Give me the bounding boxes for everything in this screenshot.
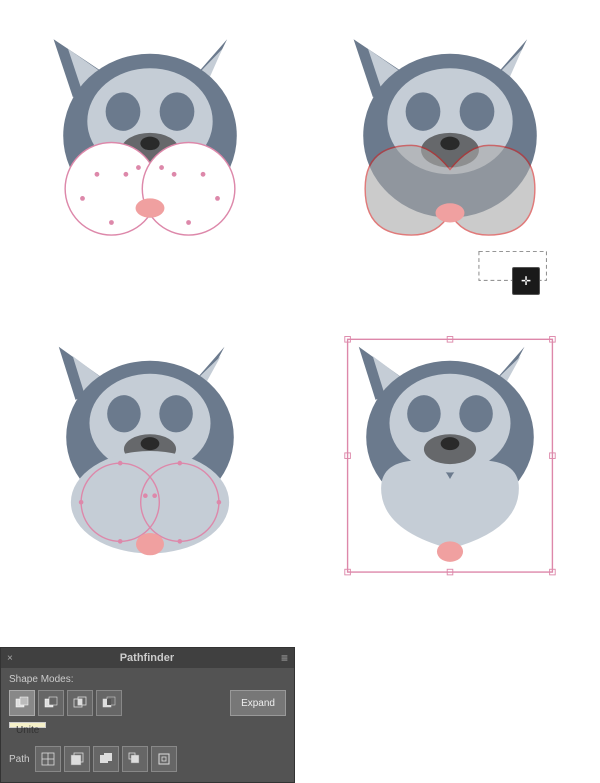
- trim-icon: [69, 751, 85, 767]
- merge-button[interactable]: [93, 746, 119, 772]
- tooltip-container: Unite: [9, 722, 286, 742]
- pathfinder-panel: × Pathfinder ≡ Shape Modes:: [0, 647, 295, 783]
- intersect-icon: [72, 695, 88, 711]
- outline-icon: [156, 751, 172, 767]
- shape-modes-row: Expand: [9, 690, 286, 716]
- exclude-icon: [101, 695, 117, 711]
- fox-illustration-3: [30, 330, 270, 600]
- pathfinders-label: Path: [9, 754, 30, 765]
- fox-illustration-2: [330, 20, 570, 290]
- trim-button[interactable]: [64, 746, 90, 772]
- outline-button[interactable]: [151, 746, 177, 772]
- panel-close-x[interactable]: ×: [7, 653, 13, 664]
- fox-cell-bottom-right: [300, 310, 600, 620]
- expand-button[interactable]: Expand: [230, 690, 286, 716]
- panel-title: Pathfinder: [120, 652, 174, 664]
- canvas-area: ✛: [0, 0, 600, 783]
- fox-grid: ✛: [0, 0, 600, 620]
- divide-icon: [40, 751, 56, 767]
- fox-illustration-4: [330, 330, 570, 600]
- crop-button[interactable]: [122, 746, 148, 772]
- fox-cell-top-left: [0, 0, 300, 310]
- exclude-button[interactable]: [96, 690, 122, 716]
- fox-cell-top-right: ✛: [300, 0, 600, 310]
- divide-button[interactable]: [35, 746, 61, 772]
- unite-button[interactable]: [9, 690, 35, 716]
- move-cursor-icon: ✛: [512, 267, 540, 295]
- minus-front-button[interactable]: [38, 690, 64, 716]
- minus-front-icon: [43, 695, 59, 711]
- shape-modes-label: Shape Modes:: [9, 674, 286, 685]
- pathfinders-row: Path: [9, 746, 286, 772]
- merge-icon: [98, 751, 114, 767]
- unite-icon: [14, 695, 30, 711]
- fox-cell-bottom-left: [0, 310, 300, 620]
- panel-titlebar: × Pathfinder ≡: [1, 648, 294, 668]
- intersect-button[interactable]: [67, 690, 93, 716]
- panel-body: Shape Modes:: [1, 668, 294, 782]
- panel-menu-button[interactable]: ≡: [281, 651, 288, 665]
- crop-icon: [127, 751, 143, 767]
- fox-illustration-1: [30, 20, 270, 290]
- unite-tooltip: Unite: [9, 722, 46, 728]
